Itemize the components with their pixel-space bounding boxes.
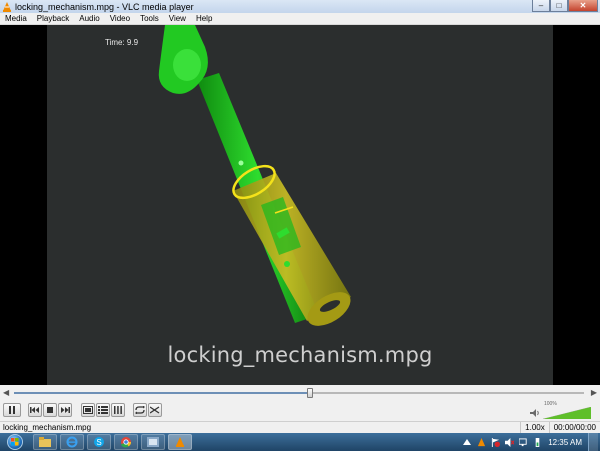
show-hidden-icons-icon[interactable] xyxy=(462,437,472,447)
control-bar: 100% xyxy=(0,400,600,421)
playlist-button[interactable] xyxy=(111,403,125,417)
start-button[interactable] xyxy=(0,433,30,451)
pause-button[interactable] xyxy=(3,403,21,417)
taskbar-chrome[interactable] xyxy=(114,434,138,450)
vlc-icon xyxy=(176,437,184,447)
shuffle-icon xyxy=(150,406,160,414)
minimize-button[interactable]: – xyxy=(532,0,550,12)
previous-button[interactable] xyxy=(28,403,42,417)
stop-button[interactable] xyxy=(43,403,57,417)
pause-icon xyxy=(9,406,15,414)
menu-help[interactable]: Help xyxy=(191,14,217,23)
loop-icon xyxy=(135,406,145,414)
taskbar-internet-explorer[interactable] xyxy=(60,434,84,450)
taskbar-skype[interactable]: S xyxy=(87,434,111,450)
power-icon[interactable] xyxy=(532,437,542,447)
stop-icon xyxy=(47,407,53,413)
next-button[interactable] xyxy=(58,403,72,417)
loop-button[interactable] xyxy=(133,403,147,417)
extended-settings-button[interactable] xyxy=(96,403,110,417)
seek-bar: ◀ ▶ xyxy=(0,385,600,400)
taskbar-clock[interactable]: 12:35 AM xyxy=(548,438,582,447)
menu-audio[interactable]: Audio xyxy=(74,14,104,23)
maximize-button[interactable]: □ xyxy=(550,0,568,12)
next-icon xyxy=(61,407,70,413)
taskbar: S 12:35 AM xyxy=(0,433,600,451)
svg-text:S: S xyxy=(96,438,101,447)
menu-media[interactable]: Media xyxy=(0,14,32,23)
fullscreen-icon xyxy=(83,406,93,414)
volume-slider[interactable] xyxy=(543,407,591,419)
status-filename: locking_mechanism.mpg xyxy=(3,423,92,432)
menu-bar: Media Playback Audio Video Tools View He… xyxy=(0,13,600,25)
windows-logo-icon xyxy=(7,434,23,450)
vlc-tray-icon[interactable] xyxy=(476,437,486,447)
seek-progress xyxy=(14,392,311,394)
speaker-icon xyxy=(530,409,539,417)
window-title: locking_mechanism.mpg - VLC media player xyxy=(15,1,194,12)
video-frame[interactable]: Time: 9.9 locking_mechanism.mpg xyxy=(47,25,553,385)
menu-view[interactable]: View xyxy=(164,14,191,23)
vlc-app-icon xyxy=(2,1,12,12)
taskbar-explorer[interactable] xyxy=(33,434,57,450)
previous-icon xyxy=(30,407,39,413)
seek-handle[interactable] xyxy=(307,388,314,398)
taskbar-vlc[interactable] xyxy=(168,434,192,450)
playlist-icon xyxy=(114,406,122,414)
seek-forward-icon[interactable]: ▶ xyxy=(591,388,597,397)
status-bar: locking_mechanism.mpg 1.00x 00:00/00:00 xyxy=(0,421,600,433)
title-bar: locking_mechanism.mpg - VLC media player… xyxy=(0,0,600,13)
taskbar-control-panel[interactable] xyxy=(141,434,165,450)
time-readout: Time: 9.9 xyxy=(105,38,139,47)
chrome-icon xyxy=(121,437,132,448)
close-button[interactable]: ✕ xyxy=(568,0,598,12)
playback-time[interactable]: 00:00/00:00 xyxy=(548,422,600,433)
seek-back-icon[interactable]: ◀ xyxy=(3,388,9,397)
menu-playback[interactable]: Playback xyxy=(32,14,74,23)
menu-video[interactable]: Video xyxy=(105,14,135,23)
video-title-overlay: locking_mechanism.mpg xyxy=(167,343,433,367)
action-center-flag-icon[interactable] xyxy=(490,437,500,447)
skype-icon: S xyxy=(94,437,104,447)
show-desktop-button[interactable] xyxy=(588,433,598,451)
internet-explorer-icon xyxy=(66,436,78,448)
playback-speed[interactable]: 1.00x xyxy=(520,422,549,433)
system-tray: 12:35 AM xyxy=(460,433,600,451)
volume-control[interactable]: 100% xyxy=(530,401,592,420)
menu-tools[interactable]: Tools xyxy=(135,14,164,23)
explorer-icon xyxy=(39,437,51,447)
video-scene xyxy=(158,25,351,326)
network-icon[interactable] xyxy=(518,437,528,447)
speaker-tray-icon[interactable] xyxy=(504,437,514,447)
control-panel-icon xyxy=(147,437,159,447)
video-area[interactable]: Time: 9.9 locking_mechanism.mpg xyxy=(0,25,600,385)
fullscreen-button[interactable] xyxy=(81,403,95,417)
shuffle-button[interactable] xyxy=(148,403,162,417)
extended-settings-icon xyxy=(98,406,108,414)
seek-track[interactable] xyxy=(14,392,584,394)
